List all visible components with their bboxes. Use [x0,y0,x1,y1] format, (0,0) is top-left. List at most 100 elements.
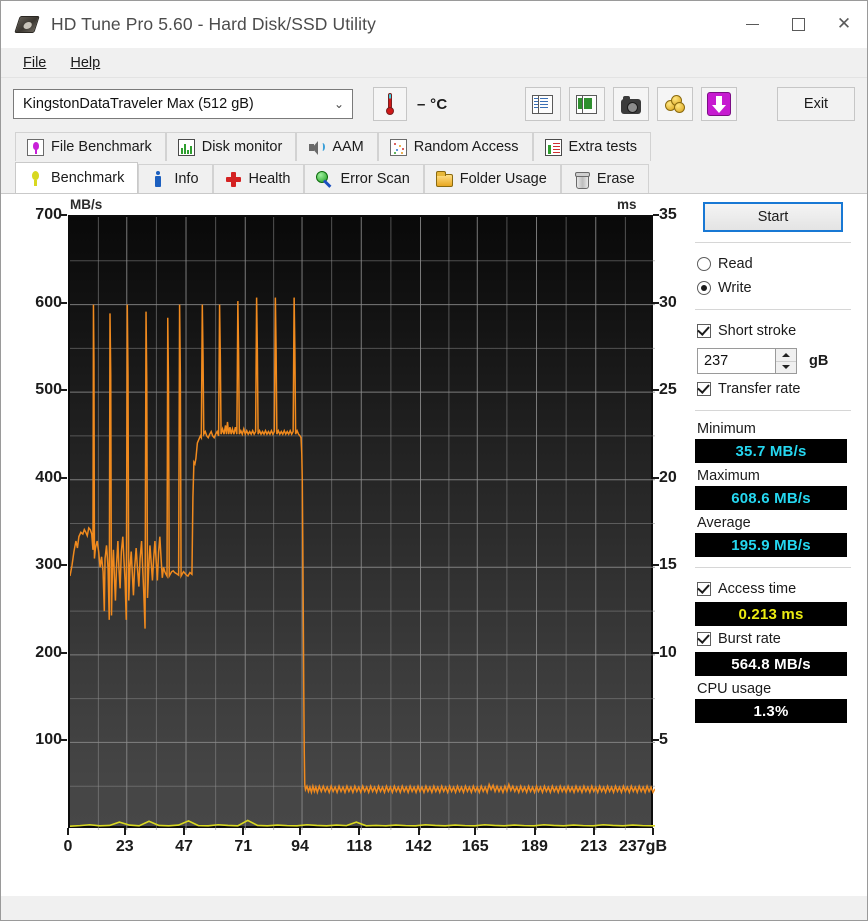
radio-read-label: Read [718,256,753,272]
tab-file-benchmark[interactable]: File Benchmark [15,132,166,161]
tab-error-scan[interactable]: Error Scan [304,164,424,193]
tab-disk-monitor[interactable]: Disk monitor [165,132,297,161]
chevron-down-icon: ⌄ [333,97,344,111]
short-stroke-label: Short stroke [718,323,797,339]
tab-health[interactable]: Health [212,164,305,193]
start-button[interactable]: Start [703,202,843,232]
tab-error-scan-label: Error Scan [340,171,410,187]
maximum-label: Maximum [697,468,760,484]
minimize-icon [745,24,759,25]
x-axis-tick-mark [299,828,302,835]
device-select[interactable]: KingstonDataTraveler Max (512 gB) ⌄ [13,89,353,119]
health-cross-icon [225,171,242,188]
scatter-icon [389,138,407,156]
radio-write[interactable]: Write [697,277,853,299]
y2-axis-tick-mark [653,476,659,479]
y-axis-tick-mark [61,301,67,304]
temperature-value: – °C [417,95,448,113]
tab-random-access-label: Random Access [413,139,519,155]
tab-random-access[interactable]: Random Access [377,132,533,161]
tab-row-primary: Benchmark Info Health Error Scan Folder … [1,161,867,193]
copy-image-icon [576,94,598,114]
checkbox-burst-rate[interactable]: Burst rate [697,628,853,650]
radio-write-icon [697,281,711,295]
coins-icon [665,95,685,113]
short-stroke-decrement-button[interactable] [776,362,796,374]
short-stroke-input[interactable]: 237 [697,348,775,374]
menu-file[interactable]: File [11,51,58,75]
exit-button[interactable]: Exit [777,87,855,121]
burst-rate-value-box: 564.8 MB/s [695,652,847,676]
short-stroke-checkbox-icon [697,324,711,338]
exit-button-label: Exit [803,96,829,112]
y2-axis-tick-mark [653,301,659,304]
menu-file-label: File [23,54,47,71]
y-axis-tick-label: 700 [35,206,62,223]
tab-extra-tests[interactable]: Extra tests [532,132,652,161]
burst-rate-value: 564.8 MB/s [731,655,811,673]
average-value: 195.9 MB/s [731,536,811,554]
tab-benchmark-label: Benchmark [51,170,125,186]
trash-icon [573,171,590,189]
chart-svg [69,217,656,830]
tab-benchmark[interactable]: Benchmark [15,162,139,193]
device-select-value: KingstonDataTraveler Max (512 gB) [23,96,254,112]
transfer-rate-label: Transfer rate [718,381,801,397]
menu-bar: File Help [1,48,867,78]
checkbox-short-stroke[interactable]: Short stroke [697,320,853,342]
tab-aam-label: AAM [332,139,364,155]
maximize-button[interactable] [775,1,821,48]
short-stroke-increment-button[interactable] [776,349,796,362]
tab-file-benchmark-label: File Benchmark [51,139,152,155]
x-axis-tick-mark [183,828,185,835]
burst-rate-label: Burst rate [718,631,781,647]
magnifier-icon [316,170,333,188]
tab-erase[interactable]: Erase [560,164,649,193]
x-axis-tick-label: 23 [115,838,134,855]
start-button-label: Start [757,209,789,225]
benchmark-icon [27,170,44,187]
x-axis-tick-label: 237gB [618,838,668,855]
title-bar: HD Tune Pro 5.60 - Hard Disk/SSD Utility… [1,1,867,48]
access-time-value-box: 0.213 ms [695,602,847,626]
y2-axis-tick-label: 5 [659,731,668,749]
window-title: HD Tune Pro 5.60 - Hard Disk/SSD Utility [51,14,376,34]
y-axis-unit-label: MB/s [70,197,103,212]
download-button[interactable] [701,87,737,121]
y2-axis-tick-mark [653,564,659,567]
short-stroke-value: 237 [704,353,729,369]
tab-bar: File Benchmark Disk monitor AAM Random A… [1,130,867,193]
divider-4 [695,567,851,568]
tab-health-label: Health [248,171,291,187]
tab-disk-monitor-label: Disk monitor [201,139,283,155]
screenshot-button[interactable] [613,87,649,121]
tab-aam[interactable]: AAM [296,132,378,161]
close-button[interactable]: ✕ [821,1,867,48]
radio-read[interactable]: Read [697,253,853,275]
radio-read-icon [697,257,711,271]
temperature-button[interactable] [373,87,407,121]
donate-button[interactable] [657,87,693,121]
minimize-button[interactable] [729,1,775,48]
tab-info[interactable]: Info [138,164,213,193]
close-icon: ✕ [836,14,852,34]
y-axis-tick-label: 300 [35,556,62,574]
checkbox-transfer-rate[interactable]: Transfer rate [697,378,853,400]
short-stroke-stepper[interactable]: 237 gB [697,348,853,374]
short-stroke-spin-buttons [775,348,797,374]
copy-image-button[interactable] [569,87,605,121]
tab-folder-usage[interactable]: Folder Usage [423,164,561,193]
y-axis-tick-label: 600 [35,293,62,311]
benchmark-controls: Start Read Write Short stroke 237 gB Tra… [693,202,853,723]
x-axis-tick-mark [474,828,477,835]
checkbox-access-time[interactable]: Access time [697,578,853,600]
speaker-icon [308,139,326,156]
y-axis-tick-label: 100 [35,731,62,749]
window-controls: ✕ [729,1,867,48]
x-axis-tick-mark [67,828,69,835]
maximum-value: 608.6 MB/s [731,489,811,507]
x-axis-tick-label: 165 [461,838,489,855]
copy-text-button[interactable] [525,87,561,121]
burst-rate-checkbox-icon [697,632,711,646]
menu-help[interactable]: Help [58,51,112,75]
